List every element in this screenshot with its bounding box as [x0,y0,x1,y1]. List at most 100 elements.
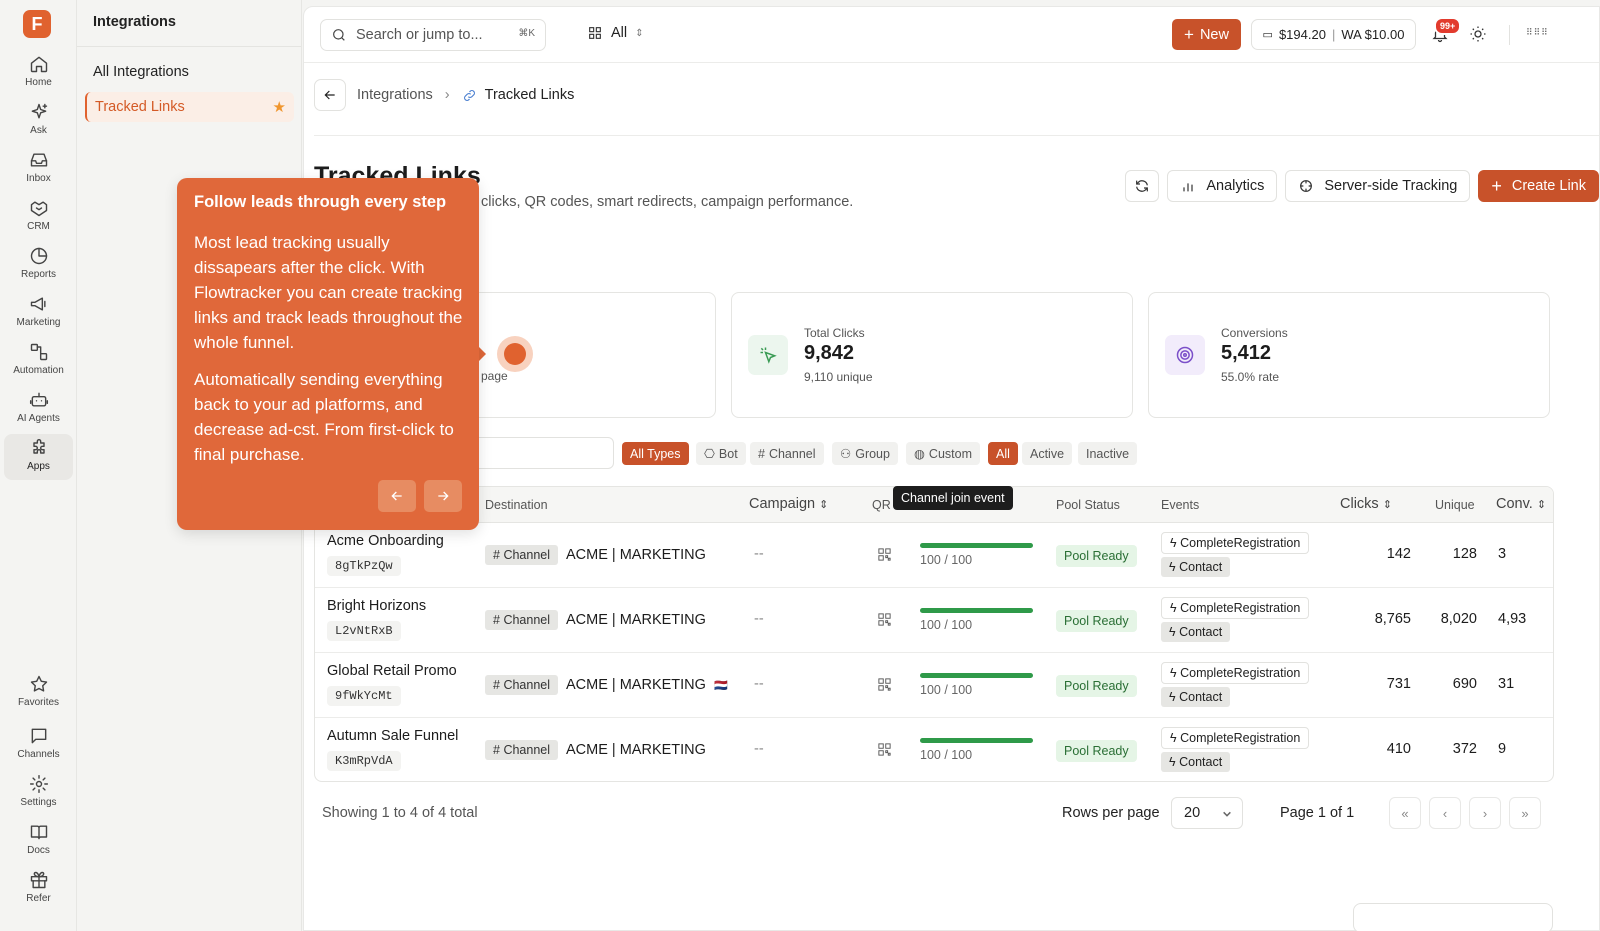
rail-item-favorites[interactable]: Favorites [4,670,73,716]
sort-icon: ⇕ [1382,499,1392,511]
floating-widget[interactable] [1353,903,1553,931]
next-page-button[interactable]: › [1469,797,1501,829]
search-input[interactable]: Search or jump to... ⌘K [320,19,546,51]
chevron-right-icon: › [1482,805,1488,821]
rail-item-automation[interactable]: Automation [4,338,73,384]
subnav-label: Tracked Links [95,99,185,115]
rail-item-apps[interactable]: Apps [4,434,73,480]
showing-count: Showing 1 to 4 of 4 total [322,805,478,821]
col-conv[interactable]: Conv. ⇕ [1496,496,1546,512]
table-row[interactable]: Global Retail Promo 9fWkYcMt # Channel AC… [315,653,1553,718]
destination: # Channel ACME | MARKETING [485,740,714,760]
prev-page-button[interactable]: ‹ [1429,797,1461,829]
rows-per-page-select[interactable]: 20 [1171,797,1243,829]
first-page-button[interactable]: « [1389,797,1421,829]
filter-channel[interactable]: # Channel [750,442,824,465]
col-destination: Destination [485,498,548,512]
pool-count: 100 / 100 [920,683,973,697]
rail-item-marketing[interactable]: Marketing [4,290,73,336]
stat-label: Conversions [1221,326,1288,340]
rail-item-ask[interactable]: Ask [4,98,73,144]
subnav-item-tracked-links[interactable]: Tracked Links ★ [85,92,294,122]
tour-hotspot-dot[interactable] [504,343,526,365]
rail-label: Automation [13,365,64,376]
col-unique: Unique [1435,498,1475,512]
col-campaign[interactable]: Campaign ⇕ [749,496,828,512]
create-link-button[interactable]: + Create Link [1478,170,1599,202]
filter-bar: All Types ⎔ Bot # Channel ⚇ Group ◍ Custom A… [314,437,1554,471]
tour-prev-button[interactable] [378,480,416,512]
event-label: Contact [1179,625,1223,639]
filter-all-types[interactable]: All Types [622,442,689,465]
table-row[interactable]: Acme Onboarding 8gTkPzQw # Channel ACME |… [315,523,1553,588]
rail-item-channels[interactable]: Channels [4,722,73,768]
server-side-tracking-button[interactable]: Server-side Tracking [1285,170,1471,202]
favorite-star-icon[interactable]: ★ [273,98,286,116]
shortcut-hint: ⌘K [518,28,535,39]
stat-card-total-clicks: Total Clicks 9,842 9,110 unique [731,292,1133,418]
tour-next-button[interactable] [424,480,462,512]
back-button[interactable] [314,79,346,111]
col-label: Clicks [1340,496,1379,512]
gift-icon [30,871,47,889]
col-qr: QR [872,498,891,512]
filter-status-active[interactable]: Active [1022,442,1073,465]
filter-status-all[interactable]: All [988,442,1018,465]
last-page-button[interactable]: » [1509,797,1541,829]
qr-code-icon[interactable] [877,612,892,632]
rail-item-home[interactable]: Home [4,50,73,96]
destination: # Channel ACME | MARKETING [485,610,714,630]
server-side-tracking-label: Server-side Tracking [1324,178,1458,194]
breadcrumb-parent[interactable]: Integrations [357,87,433,103]
qr-code-icon[interactable] [877,677,892,697]
link-code[interactable]: 9fWkYcMt [327,686,401,706]
bot-icon: ⎔ [704,447,715,461]
balance-widget[interactable]: ▭ $194.20 | WA $10.00 [1251,19,1416,50]
analytics-button[interactable]: Analytics [1167,170,1278,202]
theme-toggle[interactable] [1469,25,1487,48]
table-row[interactable]: Autumn Sale Funnel K3mRpVdA # Channel ACM… [315,718,1553,781]
rail-item-reports[interactable]: Reports [4,242,73,288]
app-logo[interactable]: F [23,10,51,38]
scope-selector[interactable]: All ⇕ [587,25,644,41]
subnav-title: Integrations [93,14,176,30]
col-clicks[interactable]: Clicks ⇕ [1340,496,1392,512]
qr-code-icon[interactable] [877,547,892,567]
new-button[interactable]: + New [1172,19,1241,50]
tour-paragraph: Most lead tracking usually dissapears af… [194,233,463,352]
event-label: CompleteRegistration [1180,731,1301,745]
link-code[interactable]: 8gTkPzQw [327,556,401,576]
subnav-item-all-integrations[interactable]: All Integrations [85,57,294,87]
avatar[interactable]: ⠿⠿⠿ [1526,27,1549,38]
bolt-icon: ϟ [1169,560,1180,574]
rail-label: Home [25,77,52,88]
dest-type-tag: # Channel [485,610,559,630]
rail-item-docs[interactable]: Docs [4,818,73,864]
scope-label: All [611,25,628,41]
users-icon: ⚇ [840,447,852,461]
filter-group[interactable]: ⚇ Group [832,442,898,465]
chip-label: Custom [928,446,972,461]
table-row[interactable]: Bright Horizons L2vNtRxB # Channel ACME |… [315,588,1553,653]
chevron-down-icon [1223,811,1231,817]
breadcrumb: Integrations › Tracked Links [314,79,574,111]
pool-count: 100 / 100 [920,553,973,567]
dest-type-tag: # Channel [485,740,559,760]
filter-custom[interactable]: ◍ Custom [906,442,980,465]
refresh-button[interactable] [1125,170,1160,202]
link-code[interactable]: L2vNtRxB [327,621,401,641]
event-label: CompleteRegistration [1180,536,1301,550]
rail-item-crm[interactable]: CRM [4,194,73,240]
rail-item-inbox[interactable]: Inbox [4,146,73,192]
qr-code-icon[interactable] [877,742,892,762]
rail-label: Channels [17,749,60,760]
subnav-label: All Integrations [93,64,189,80]
link-code[interactable]: K3mRpVdA [327,751,401,771]
rail-item-ai-agents[interactable]: AI Agents [4,386,73,432]
rail-label: Inbox [26,173,51,184]
filter-bot[interactable]: ⎔ Bot [696,442,746,465]
rail-item-settings[interactable]: Settings [4,770,73,816]
filter-status-inactive[interactable]: Inactive [1078,442,1138,465]
divider [314,135,1599,136]
rail-item-refer[interactable]: Refer [4,866,73,912]
